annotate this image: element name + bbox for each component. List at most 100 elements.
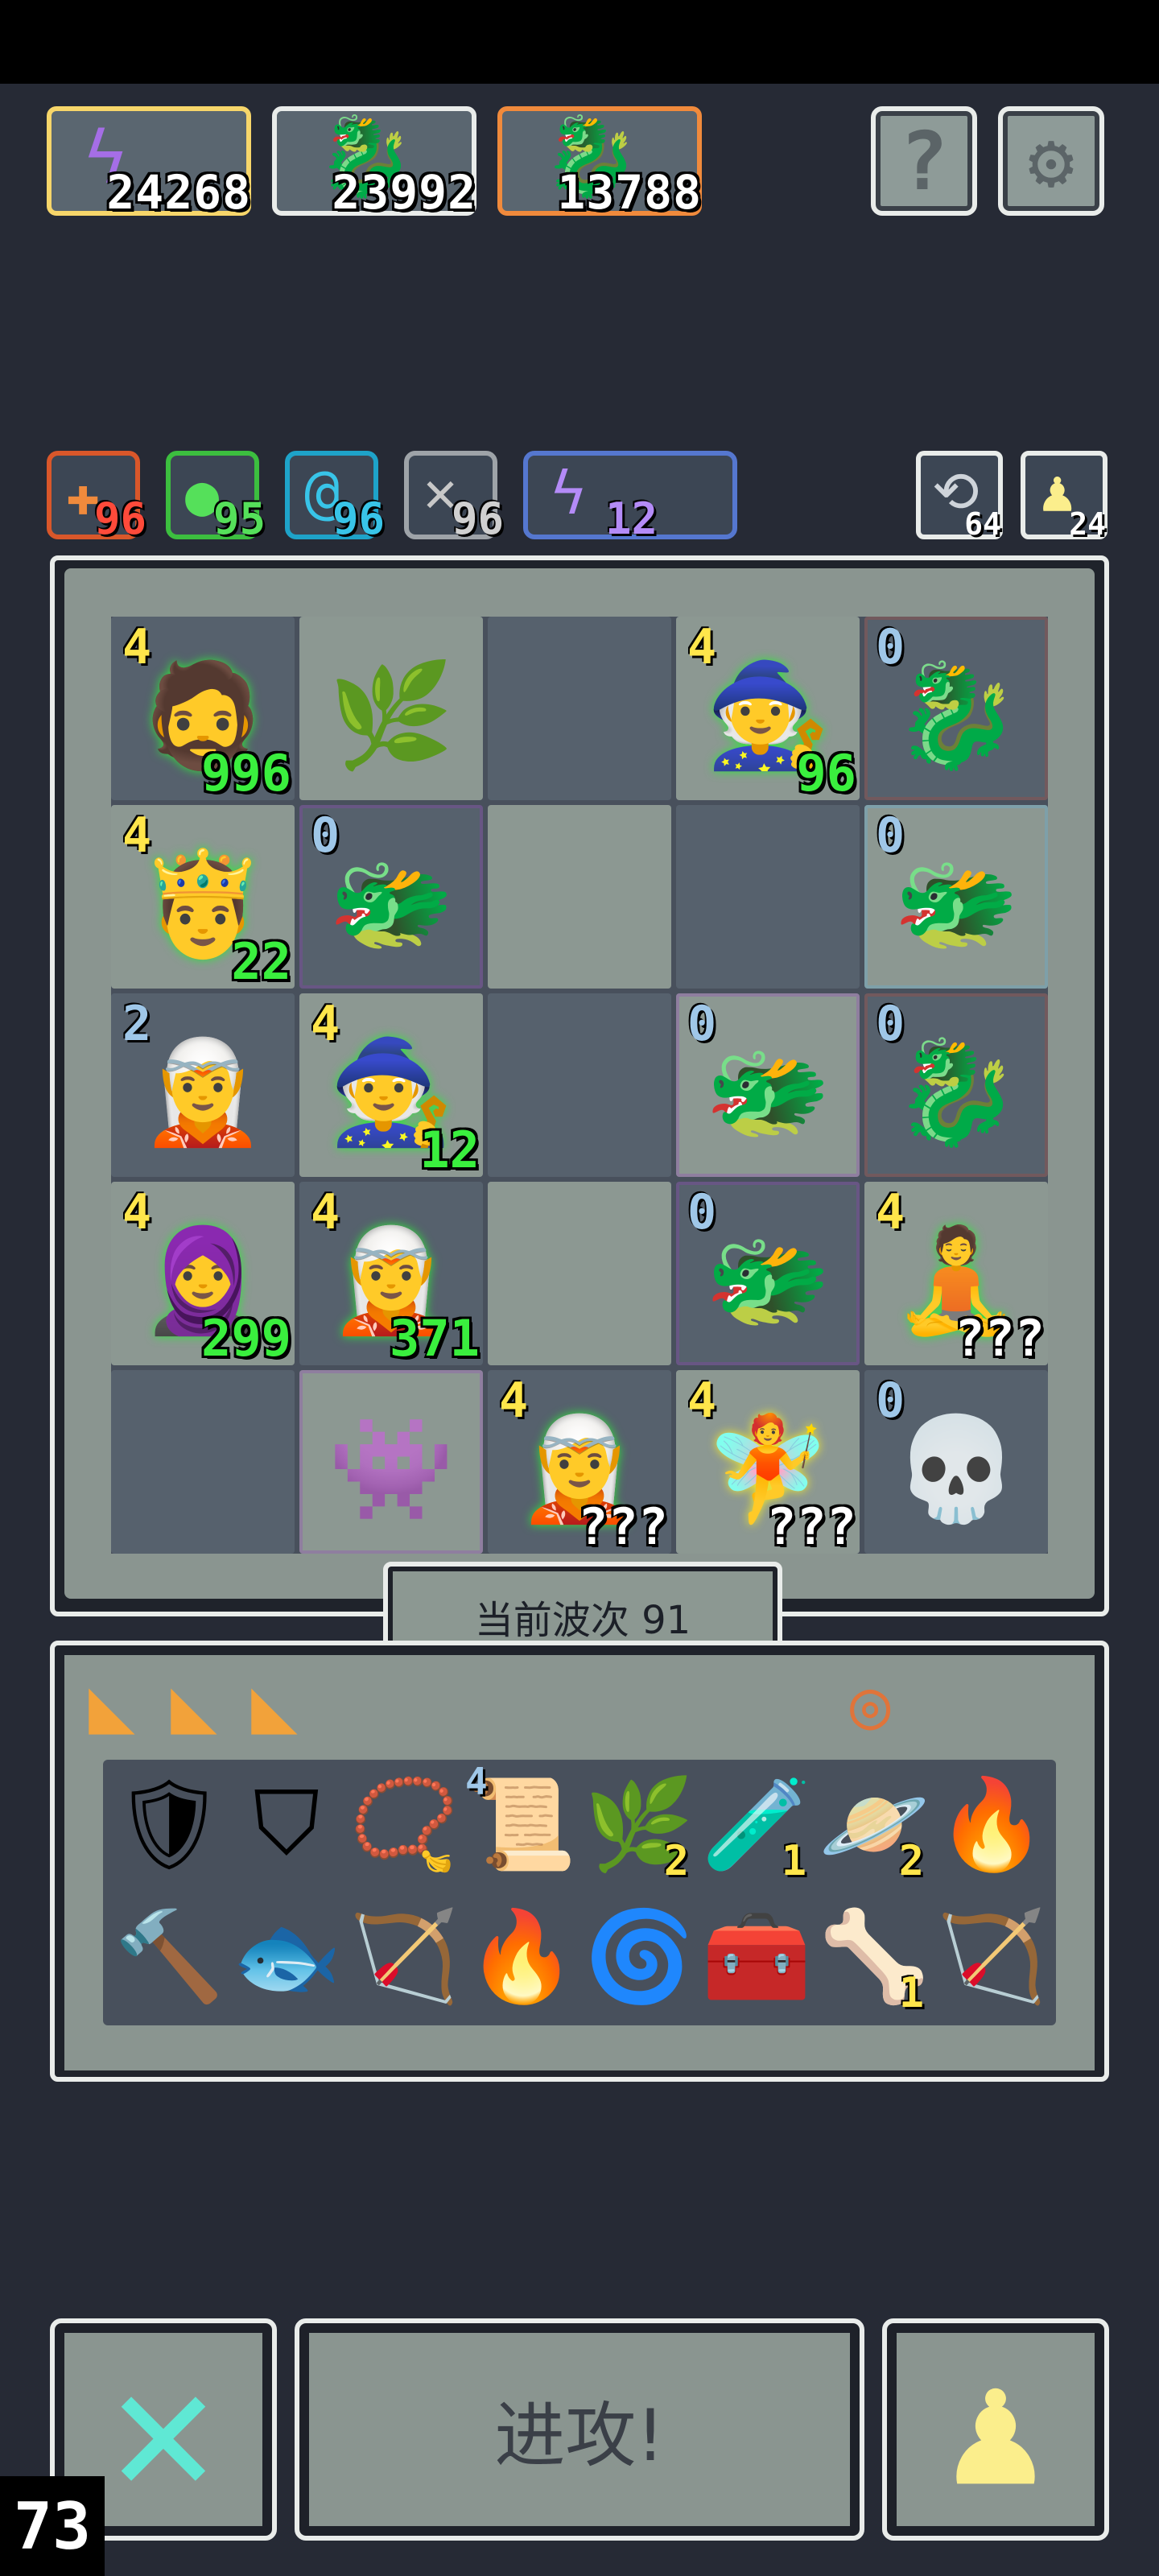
board-cell[interactable] <box>676 805 860 989</box>
pawn-counter-button[interactable]: ♟ 24 <box>1021 451 1107 539</box>
resource-value: 23992 <box>332 165 476 220</box>
attack-button[interactable]: 进攻! <box>295 2318 864 2541</box>
wave-label: 当前波次 91 <box>474 1598 691 1643</box>
unit-level: 2 <box>122 996 152 1052</box>
reroll-count: 64 <box>964 506 1001 542</box>
amulet-icon: 📿 <box>349 1772 460 1876</box>
inventory-item[interactable]: 🔥 <box>465 1900 578 2013</box>
pawn-icon: ♟ <box>947 2335 1045 2523</box>
element-value: 96 <box>451 493 504 544</box>
inventory-item[interactable]: 📜 4 <box>465 1763 578 1880</box>
board-cell[interactable]: 🧝 4??? <box>488 1370 671 1554</box>
board-cell[interactable]: 🐉 0 <box>864 993 1048 1177</box>
board-cell[interactable]: 🧝 4 371 <box>299 1182 483 1365</box>
inventory-item[interactable]: 🏹 <box>935 1900 1048 2013</box>
unit-hp: ??? <box>578 1497 668 1556</box>
board-cell[interactable]: 🧙 4 96 <box>676 617 860 800</box>
close-icon: ✕ <box>109 2326 217 2533</box>
inventory-item[interactable]: 🐟 <box>230 1900 343 2013</box>
ice-dragon-icon: 🐲 <box>893 844 1020 964</box>
board-cell[interactable]: 🌿 <box>299 617 483 800</box>
unit-level: 0 <box>876 1373 905 1429</box>
treasure-chest-icon: 🧰 <box>701 1904 812 2008</box>
inventory-item[interactable]: 🦴 1 <box>818 1900 930 2015</box>
element-fire: ✚ 96 <box>47 451 146 541</box>
board-cell[interactable]: 🤴 4 22 <box>111 805 295 989</box>
inventory-item[interactable]: 🔨 <box>113 1900 225 2013</box>
item-count: 2 <box>898 1837 924 1885</box>
green-arrow-icon: 🏹 <box>349 1904 460 2008</box>
cheese-icon[interactable]: ◣ <box>89 1660 135 1750</box>
resource-value: 13788 <box>557 165 702 220</box>
board-cell[interactable] <box>488 993 671 1177</box>
board-cell[interactable] <box>111 1370 295 1554</box>
cheese-icon[interactable]: ◣ <box>251 1660 298 1750</box>
unit-hp: 996 <box>201 744 291 803</box>
inventory-item[interactable]: 🧪 1 <box>700 1768 813 1883</box>
unit-hp: 299 <box>201 1309 291 1368</box>
board-cell[interactable]: 🧙 4 12 <box>299 993 483 1177</box>
board-cell[interactable]: 🐲 0 <box>676 993 860 1177</box>
ring-icon[interactable]: ◎ <box>850 1665 891 1744</box>
board-cell[interactable]: 🐲 0 <box>299 805 483 989</box>
inventory-header: ◣ ◣ ◣ ◎ <box>64 1655 1095 1757</box>
help-button[interactable]: ? <box>871 106 977 216</box>
unit-level: 4 <box>687 1373 717 1429</box>
board-cell[interactable]: 🧕 4 299 <box>111 1182 295 1365</box>
unit-hp: 96 <box>796 744 856 803</box>
inventory-grid: 🛡 ⛉ 📿 📜 4 🌿 2 🧪 1 🪐 2 🔥 🔨 🐟 🏹 🔥 🌀 🧰 🦴 1 🏹 <box>103 1760 1056 2025</box>
unit-level: 0 <box>876 807 905 864</box>
blue-fish-icon: 🐟 <box>231 1904 342 2008</box>
inventory-item[interactable]: 🔥 <box>935 1768 1048 1880</box>
board-cell[interactable]: 🧔 4 996 <box>111 617 295 800</box>
board-cell[interactable]: 👾 <box>299 1370 483 1554</box>
inventory-item[interactable]: 🪐 2 <box>818 1768 930 1885</box>
pawn-count: 24 <box>1069 506 1106 542</box>
board-cell[interactable]: 🧚 4??? <box>676 1370 860 1554</box>
board-cell[interactable]: 🐲 0 <box>864 805 1048 989</box>
pawn-button[interactable]: ♟ <box>882 2318 1109 2541</box>
item-level: 4 <box>465 1760 488 1803</box>
inventory-item[interactable]: 🛡 <box>113 1768 225 1880</box>
skeleton-sage-icon: 💀 <box>893 1410 1020 1529</box>
unit-level: 0 <box>311 807 340 864</box>
pink-arrow-icon: 🏹 <box>936 1904 1047 2008</box>
unit-level: 0 <box>876 619 905 675</box>
resource-dragon-kills: 🐉 23992 <box>272 106 476 216</box>
board-cell[interactable] <box>488 1182 671 1365</box>
inventory-item[interactable]: 🌿 2 <box>583 1768 695 1883</box>
element-value: 96 <box>93 493 146 544</box>
settings-button[interactable]: ⚙ <box>998 106 1104 216</box>
inventory-item[interactable]: 🧰 <box>700 1900 813 2013</box>
element-value: 96 <box>332 493 385 544</box>
unit-hp: 371 <box>390 1309 480 1368</box>
board-cell[interactable]: 🧝 2 <box>111 993 295 1177</box>
reroll-button[interactable]: ⟲ 64 <box>916 451 1003 539</box>
unit-level: 4 <box>876 1184 905 1241</box>
unit-level: 0 <box>876 996 905 1052</box>
purple-dragon-icon: 🐲 <box>704 1033 831 1152</box>
swordsman-icon: 🧝 <box>139 1033 266 1152</box>
inventory-item[interactable]: 📿 <box>348 1768 460 1880</box>
purple-golem-icon: 👾 <box>328 1410 455 1529</box>
unit-level: 4 <box>311 1184 340 1241</box>
unit-level: 0 <box>687 1184 717 1241</box>
element-nature: ● 95 <box>166 451 266 541</box>
board-cell[interactable]: 💀 0 <box>864 1370 1048 1554</box>
unit-hp: ??? <box>766 1497 856 1556</box>
board-cell[interactable]: 🐉 0 <box>864 617 1048 800</box>
frame-counter: 73 <box>0 2476 105 2576</box>
board-cell[interactable] <box>488 805 671 989</box>
inventory-item[interactable]: ⛉ <box>230 1768 343 1880</box>
inventory-item[interactable]: 🌀 <box>583 1900 695 2013</box>
gray-shield-icon: ⛉ <box>253 1772 320 1875</box>
inventory-item[interactable]: 🏹 <box>348 1900 460 2013</box>
board-cell[interactable]: 🐲 0 <box>676 1182 860 1365</box>
unit-level: 4 <box>122 1184 152 1241</box>
board-cell[interactable]: 🧘 4??? <box>864 1182 1048 1365</box>
red-dragon-icon: 🐉 <box>893 1033 1020 1152</box>
board-cell[interactable] <box>488 617 671 800</box>
element-lightning: ϟ 12 <box>523 451 737 541</box>
cheese-icon[interactable]: ◣ <box>171 1660 217 1750</box>
resource-dragon-boss: 🐉 13788 <box>497 106 702 216</box>
